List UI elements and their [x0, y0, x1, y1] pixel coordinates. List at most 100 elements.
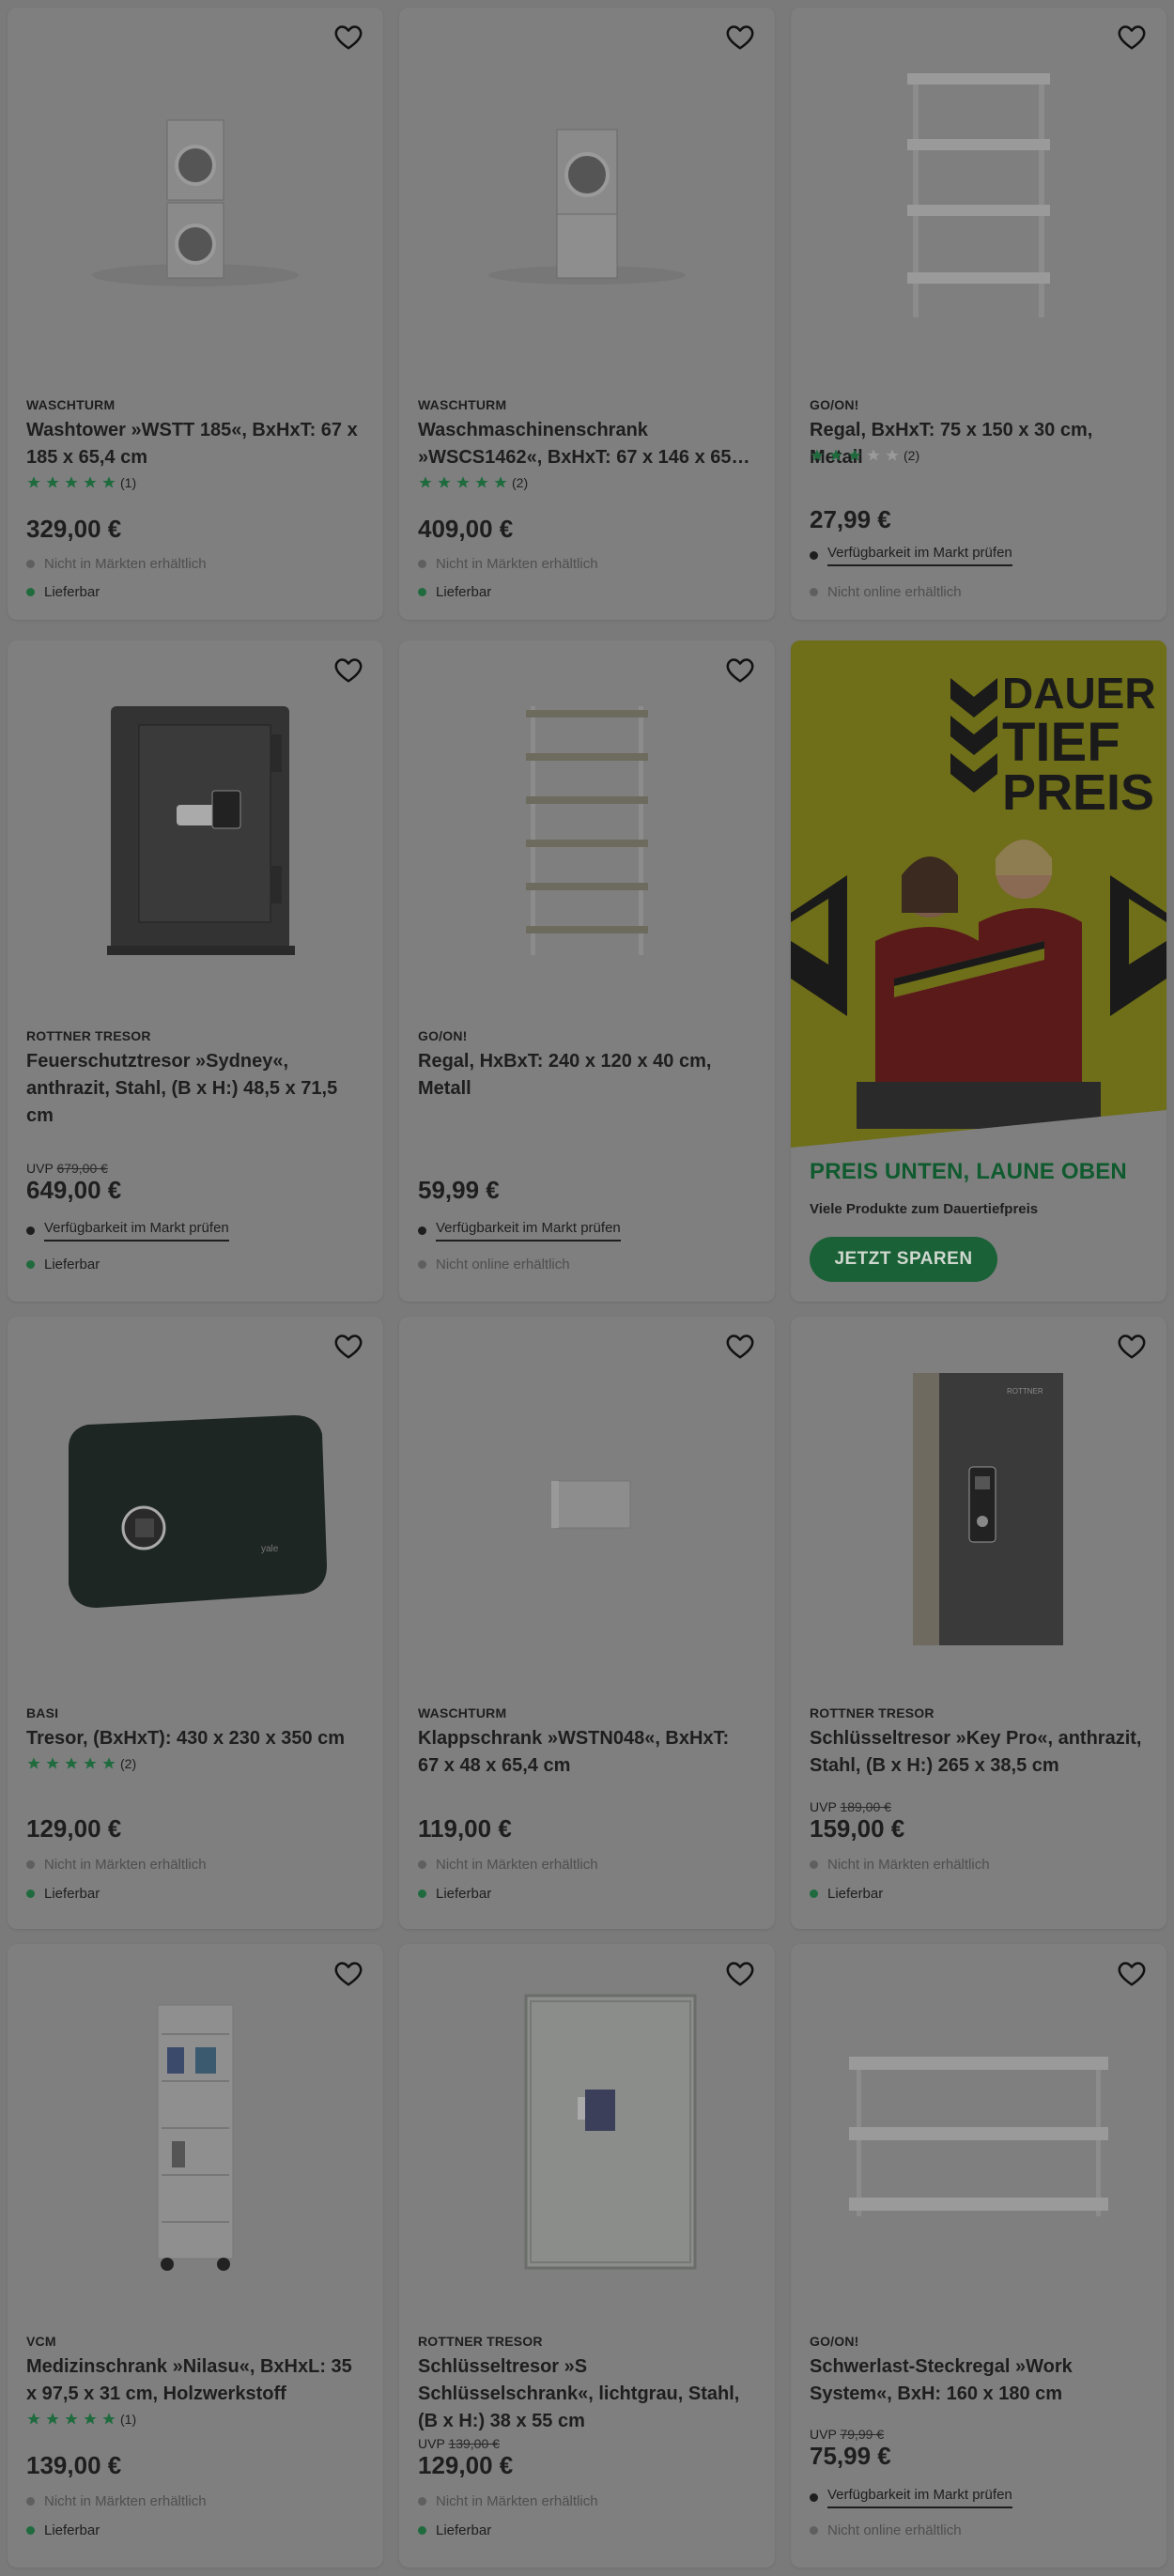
heart-outline-icon[interactable]: [1118, 1961, 1146, 1987]
availability-online: Lieferbar: [26, 1886, 100, 1902]
promo-card[interactable]: DAUER TIEF PREIS PREIS UNTEN, LAUNE OBEN…: [791, 640, 1166, 1302]
status-dot: [26, 560, 35, 568]
star-icon: [46, 476, 59, 488]
heart-outline-icon[interactable]: [726, 657, 754, 684]
svg-text:yale: yale: [261, 1544, 279, 1554]
product-image[interactable]: [791, 1944, 1166, 2320]
star-icon: [886, 449, 899, 461]
product-brand: ROTTNER TRESOR: [418, 2334, 543, 2349]
product-title[interactable]: Medizinschrank »Nilasu«, BxHxL: 35 x 97,…: [26, 2353, 363, 2408]
heart-outline-icon[interactable]: [1118, 24, 1146, 51]
svg-text:ROTTNER: ROTTNER: [1007, 1387, 1043, 1396]
product-grid: WASCHTURM Washtower »WSTT 185«, BxHxT: 6…: [0, 0, 1174, 2576]
fire-safe-image: [107, 706, 295, 955]
promo-banner-line: PREIS: [1002, 764, 1154, 821]
product-image[interactable]: [8, 8, 383, 383]
product-image[interactable]: [8, 1944, 383, 2320]
status-dot: [418, 1860, 426, 1869]
check-store-availability-link[interactable]: Verfügbarkeit im Markt prüfen: [827, 2487, 1012, 2508]
heart-outline-icon[interactable]: [334, 1334, 363, 1360]
product-price: 119,00 €: [418, 1814, 512, 1843]
product-card[interactable]: yale BASI Tresor, (BxHxT): 430 x 230 x 3…: [8, 1317, 383, 1929]
product-title[interactable]: Washtower »WSTT 185«, BxHxT: 67 x 185 x …: [26, 417, 363, 471]
product-card[interactable]: WASCHTURM Klappschrank »WSTN048«, BxHxT:…: [399, 1317, 775, 1929]
status-dot: [26, 1860, 35, 1869]
status-dot: [418, 1890, 426, 1898]
product-card[interactable]: ROTTNER TRESOR Feuerschutztresor »Sydney…: [8, 640, 383, 1302]
product-title[interactable]: Waschmaschinenschrank »WSCS1462«, BxHxT:…: [418, 417, 754, 471]
product-image[interactable]: [8, 640, 383, 1016]
product-card[interactable]: ROTTNER TRESOR Schlüsseltresor »S Schlüs…: [399, 1944, 775, 2568]
availability-online: Nicht online erhältlich: [418, 1257, 570, 1273]
product-card[interactable]: GO/ON! Regal, BxHxT: 75 x 150 x 30 cm, M…: [791, 8, 1166, 620]
status-dot: [810, 1860, 818, 1869]
check-store-availability-link[interactable]: Verfügbarkeit im Markt prüfen: [436, 1220, 621, 1242]
product-image[interactable]: [791, 8, 1166, 383]
promo-banner-image[interactable]: DAUER TIEF PREIS: [791, 640, 1166, 1148]
product-price: 159,00 €: [810, 1814, 905, 1843]
product-card[interactable]: ROTTNER ROTTNER TRESOR Schlüsseltresor »…: [791, 1317, 1166, 1929]
heart-outline-icon[interactable]: [726, 1334, 754, 1360]
status-dot: [418, 588, 426, 596]
availability-online: Lieferbar: [418, 584, 491, 600]
status-dot: [26, 2497, 35, 2506]
old-price: 79,99 €: [840, 2427, 885, 2442]
product-image[interactable]: [399, 1944, 775, 2320]
availability-store: Verfügbarkeit im Markt prüfen: [26, 1220, 229, 1242]
product-card[interactable]: WASCHTURM Waschmaschinenschrank »WSCS146…: [399, 8, 775, 620]
star-icon: [419, 476, 432, 488]
product-title[interactable]: Klappschrank »WSTN048«, BxHxT: 67 x 48 x…: [418, 1725, 754, 1780]
product-title[interactable]: Schwerlast-Steckregal »Work System«, BxH…: [810, 2353, 1146, 2408]
star-icon: [438, 476, 451, 488]
availability-online: Lieferbar: [26, 584, 100, 600]
check-store-availability-link[interactable]: Verfügbarkeit im Markt prüfen: [827, 545, 1012, 566]
product-card[interactable]: GO/ON! Schwerlast-Steckregal »Work Syste…: [791, 1944, 1166, 2568]
product-card[interactable]: WASCHTURM Washtower »WSTT 185«, BxHxT: 6…: [8, 8, 383, 620]
status-dot: [810, 551, 818, 560]
heavy-duty-shelf-image: [849, 2057, 1108, 2216]
star-icon: [102, 1757, 116, 1769]
key-cabinet-image: [524, 1994, 697, 2270]
check-store-availability-link[interactable]: Verfügbarkeit im Markt prüfen: [44, 1220, 229, 1242]
jetzt-sparen-button[interactable]: JETZT SPAREN: [810, 1237, 997, 1282]
product-image[interactable]: [399, 8, 775, 383]
rating-count: (2): [904, 448, 920, 463]
product-image[interactable]: [399, 640, 775, 1016]
star-icon: [27, 476, 40, 488]
product-price: 129,00 €: [26, 1814, 122, 1843]
status-dot: [26, 1226, 35, 1235]
promo-illustration: DAUER TIEF PREIS: [791, 640, 1166, 1148]
heart-outline-icon[interactable]: [726, 1961, 754, 1987]
star-icon: [84, 1757, 97, 1769]
product-brand: BASI: [26, 1705, 59, 1720]
status-dot: [418, 1226, 426, 1235]
product-title[interactable]: Feuerschutztresor »Sydney«, anthrazit, S…: [26, 1048, 363, 1130]
product-title[interactable]: Schlüsseltresor »Key Pro«, anthrazit, St…: [810, 1725, 1146, 1780]
product-brand: VCM: [26, 2334, 56, 2349]
heart-outline-icon[interactable]: [334, 657, 363, 684]
product-title[interactable]: Schlüsseltresor »S Schlüsselschrank«, li…: [418, 2353, 754, 2435]
product-title[interactable]: Tresor, (BxHxT): 430 x 230 x 350 cm: [26, 1725, 363, 1752]
product-title[interactable]: Regal, BxHxT: 75 x 150 x 30 cm, Metall: [810, 417, 1146, 471]
product-card[interactable]: VCM Medizinschrank »Nilasu«, BxHxL: 35 x…: [8, 1944, 383, 2568]
product-image[interactable]: ROTTNER: [791, 1317, 1166, 1692]
availability-store: Nicht in Märkten erhältlich: [26, 556, 207, 572]
product-brand: WASCHTURM: [418, 397, 507, 412]
product-title[interactable]: Regal, HxBxT: 240 x 120 x 40 cm, Metall: [418, 1048, 754, 1103]
product-price: 139,00 €: [26, 2451, 122, 2479]
product-image[interactable]: [399, 1317, 775, 1692]
product-card[interactable]: GO/ON! Regal, HxBxT: 240 x 120 x 40 cm, …: [399, 640, 775, 1302]
product-brand: ROTTNER TRESOR: [810, 1705, 935, 1720]
heart-outline-icon[interactable]: [1118, 1334, 1146, 1360]
rating-count: (2): [120, 1756, 137, 1771]
product-image[interactable]: yale: [8, 1317, 383, 1692]
star-icon: [102, 2413, 116, 2425]
star-icon: [867, 449, 880, 461]
status-dot: [810, 1890, 818, 1898]
status-dot: [26, 588, 35, 596]
heart-outline-icon[interactable]: [334, 24, 363, 51]
metal-shelf-image: [907, 73, 1050, 317]
heart-outline-icon[interactable]: [726, 24, 754, 51]
heart-outline-icon[interactable]: [334, 1961, 363, 1987]
availability-online: Lieferbar: [26, 2522, 100, 2538]
